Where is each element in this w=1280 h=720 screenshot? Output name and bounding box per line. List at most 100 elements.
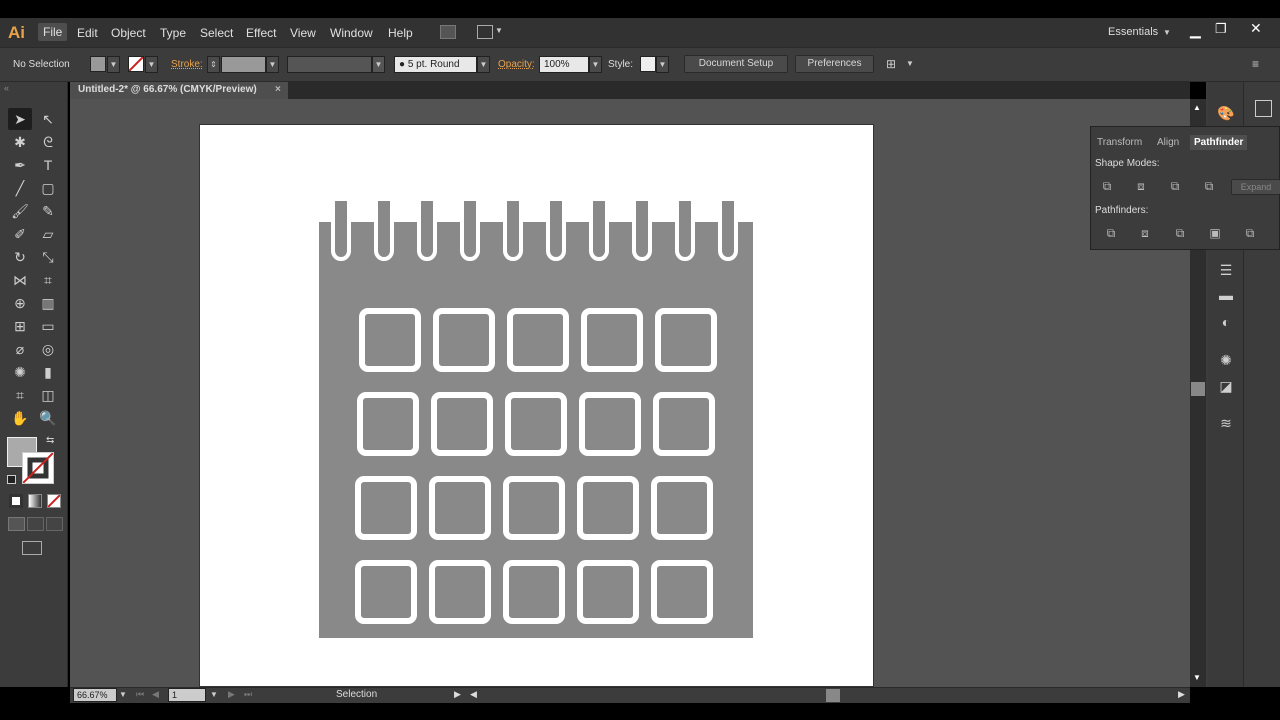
divide-icon[interactable]: ⧉: [1103, 226, 1119, 240]
zoom-field[interactable]: 66.67%: [73, 688, 117, 702]
default-colors-icon[interactable]: [7, 475, 16, 484]
stroke-dropdown[interactable]: ▼: [145, 56, 158, 73]
line-tool-icon[interactable]: ╱: [8, 177, 32, 199]
chevron-down-icon[interactable]: ▼: [119, 690, 127, 699]
outline-icon[interactable]: ⧉: [1242, 226, 1258, 240]
draw-inside-icon[interactable]: [46, 517, 63, 531]
style-dropdown[interactable]: ▼: [656, 56, 669, 73]
magic-wand-tool-icon[interactable]: ✱: [8, 131, 32, 153]
rounded-rectangle-tool-icon[interactable]: ▢: [36, 177, 60, 199]
swap-colors-icon[interactable]: ⇆: [46, 435, 54, 446]
document-setup-button[interactable]: Document Setup: [684, 55, 788, 73]
tab-pathfinder[interactable]: Pathfinder: [1190, 135, 1248, 150]
preferences-button[interactable]: Preferences: [795, 55, 874, 73]
brush-arrow[interactable]: ▼: [477, 56, 490, 73]
calendar-ring[interactable]: [675, 197, 695, 261]
close-tab-icon[interactable]: ×: [275, 84, 281, 95]
horizontal-scroll-thumb[interactable]: [826, 689, 840, 702]
selection-tool-icon[interactable]: ➤: [8, 108, 32, 130]
tool-status-text[interactable]: Selection: [336, 689, 377, 700]
none-mode-icon[interactable]: [47, 494, 61, 508]
stroke-weight-field[interactable]: [221, 56, 266, 73]
stroke-color-box[interactable]: [22, 452, 54, 484]
calendar-artwork[interactable]: [200, 125, 875, 688]
calendar-ring[interactable]: [331, 197, 351, 261]
chevron-down-icon[interactable]: ▼: [1163, 28, 1171, 37]
scroll-right-icon[interactable]: ▶: [1178, 689, 1185, 700]
stroke-panel-icon[interactable]: ☰: [1217, 262, 1235, 280]
expand-button[interactable]: Expand: [1231, 179, 1280, 195]
gradient-panel-icon[interactable]: ▬: [1217, 287, 1235, 305]
exclude-icon[interactable]: ⧉: [1201, 179, 1217, 193]
menu-window[interactable]: Window: [330, 26, 373, 40]
pencil-tool-icon[interactable]: ✎: [36, 200, 60, 222]
paintbrush-tool-icon[interactable]: 🖌: [8, 200, 32, 222]
artboard[interactable]: [199, 124, 874, 687]
blend-tool-icon[interactable]: ◎: [36, 338, 60, 360]
perspective-grid-tool-icon[interactable]: ▥: [36, 292, 60, 314]
minus-front-icon[interactable]: ⧈: [1133, 179, 1149, 193]
lasso-tool-icon[interactable]: ᘓ: [36, 131, 60, 153]
calendar-ring[interactable]: [718, 197, 738, 261]
graphic-style-swatch[interactable]: [640, 56, 656, 72]
gradient-mode-icon[interactable]: [28, 494, 42, 508]
merge-icon[interactable]: ⧉: [1172, 226, 1188, 240]
calendar-ring[interactable]: [589, 197, 609, 261]
zoom-tool-icon[interactable]: 🔍: [36, 407, 60, 429]
draw-behind-icon[interactable]: [27, 517, 44, 531]
prev-artboard-icon[interactable]: ◀: [152, 689, 159, 700]
variable-width-dropdown[interactable]: [287, 56, 372, 73]
variable-width-arrow[interactable]: ▼: [372, 56, 385, 73]
layers-panel-icon[interactable]: ≋: [1217, 415, 1235, 433]
collapse-icon[interactable]: «: [4, 83, 9, 93]
symbol-sprayer-tool-icon[interactable]: ✺: [8, 361, 32, 383]
close-icon[interactable]: ✕: [1250, 20, 1262, 37]
arrange-icon[interactable]: ⊞: [886, 57, 896, 71]
rotate-tool-icon[interactable]: ↻: [8, 246, 32, 268]
opacity-arrow[interactable]: ▼: [589, 56, 602, 73]
artboards-panel-icon[interactable]: [1255, 100, 1272, 117]
chevron-down-icon[interactable]: ▼: [210, 690, 218, 699]
color-mode-icon[interactable]: [9, 494, 23, 508]
chevron-down-icon[interactable]: ▼: [495, 26, 503, 35]
panel-menu-icon[interactable]: ≡: [1252, 57, 1259, 71]
tab-transform[interactable]: Transform: [1097, 137, 1142, 148]
calendar-ring[interactable]: [546, 197, 566, 261]
stroke-weight-dropdown[interactable]: ▼: [266, 56, 279, 73]
color-guide-icon[interactable]: 🎨: [1217, 105, 1235, 123]
gradient-tool-icon[interactable]: ▭: [36, 315, 60, 337]
scale-tool-icon[interactable]: ⤡: [36, 246, 60, 268]
transparency-panel-icon[interactable]: ◐: [1217, 314, 1235, 332]
stroke-label[interactable]: Stroke:: [171, 59, 203, 70]
artboard-number-field[interactable]: 1: [168, 688, 206, 702]
blob-brush-tool-icon[interactable]: ✐: [8, 223, 32, 245]
calendar-ring[interactable]: [503, 197, 523, 261]
draw-normal-icon[interactable]: [8, 517, 25, 531]
eraser-tool-icon[interactable]: ▱: [36, 223, 60, 245]
status-menu-icon[interactable]: ▶: [454, 689, 461, 700]
first-artboard-icon[interactable]: ⏮: [136, 689, 144, 700]
menu-file[interactable]: File: [38, 23, 68, 41]
stroke-swatch[interactable]: [128, 56, 144, 72]
menu-type[interactable]: Type: [160, 26, 186, 40]
calendar-ring[interactable]: [632, 197, 652, 261]
scroll-thumb[interactable]: [1191, 382, 1205, 396]
menu-help[interactable]: Help: [388, 26, 413, 40]
eyedropper-tool-icon[interactable]: ⌀: [8, 338, 32, 360]
direct-selection-tool-icon[interactable]: ↖: [36, 108, 60, 130]
menu-edit[interactable]: Edit: [77, 26, 98, 40]
calendar-ring[interactable]: [460, 197, 480, 261]
minimize-icon[interactable]: ▁: [1190, 22, 1201, 39]
stroke-stepper[interactable]: ⇕: [207, 56, 220, 73]
screen-mode-icon[interactable]: [22, 541, 42, 555]
menu-effect[interactable]: Effect: [246, 26, 276, 40]
last-artboard-icon[interactable]: ⏭: [244, 689, 252, 700]
next-artboard-icon[interactable]: ▶: [228, 689, 235, 700]
type-tool-icon[interactable]: T: [36, 154, 60, 176]
scroll-left-icon[interactable]: ◀: [470, 689, 477, 700]
menu-object[interactable]: Object: [111, 26, 146, 40]
brush-dropdown[interactable]: ● 5 pt. Round: [394, 56, 477, 73]
chevron-down-icon[interactable]: ▼: [906, 59, 914, 68]
bridge-icon[interactable]: [440, 25, 456, 39]
appearance-panel-icon[interactable]: ✺: [1217, 352, 1235, 370]
